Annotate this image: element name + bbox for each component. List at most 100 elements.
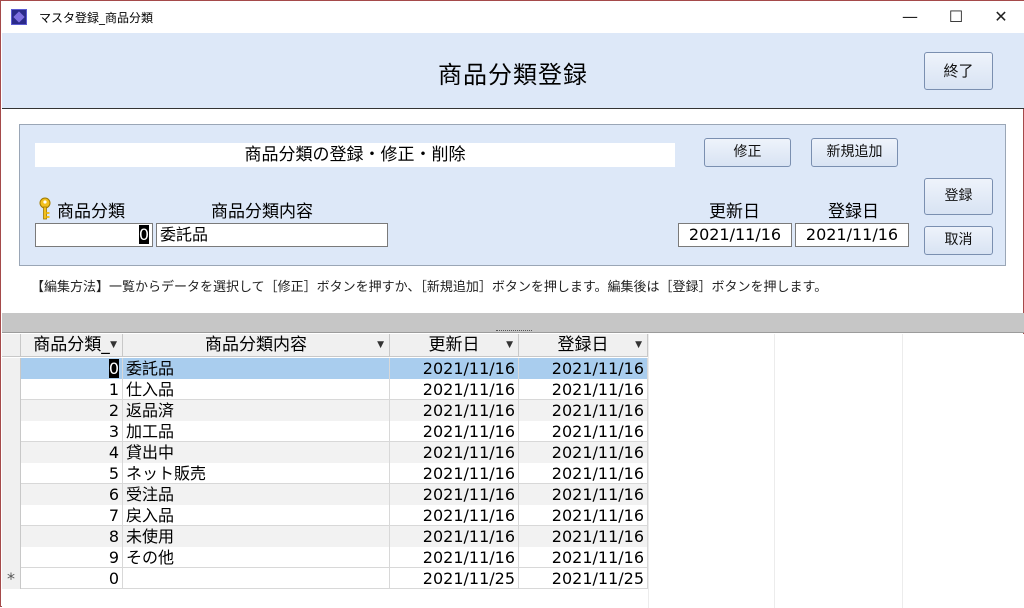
splitter-grip[interactable]	[496, 330, 532, 333]
modify-button[interactable]: 修正	[704, 138, 791, 167]
row-selector[interactable]	[2, 400, 21, 421]
row-selector[interactable]	[2, 421, 21, 442]
cell-content[interactable]: ネット販売	[123, 463, 390, 484]
edit-panel: 商品分類の登録・修正・削除 修正 新規追加 登録 取消 商品分類 商品分類内容 …	[19, 124, 1006, 266]
cell-code[interactable]: 4	[21, 442, 123, 463]
cell-code[interactable]: 5	[21, 463, 123, 484]
cell-code[interactable]: 3	[21, 421, 123, 442]
table-row[interactable]: 3 加工品 2021/11/16 2021/11/16	[2, 421, 648, 442]
row-selector[interactable]	[2, 379, 21, 400]
title-bar[interactable]: マスタ登録_商品分類 — ☐ ✕	[1, 1, 1024, 33]
cell-registered[interactable]: 2021/11/16	[519, 526, 648, 547]
form-splitter[interactable]	[2, 313, 1024, 333]
row-selector[interactable]	[2, 547, 21, 568]
cell-content[interactable]: 貸出中	[123, 442, 390, 463]
row-selector[interactable]	[2, 526, 21, 547]
column-header-registered[interactable]: 登録日 ▼	[519, 334, 648, 357]
row-selector[interactable]	[2, 442, 21, 463]
new-record-button[interactable]: 新規追加	[811, 138, 898, 167]
cell-registered[interactable]: 2021/11/16	[519, 463, 648, 484]
column-header-content[interactable]: 商品分類内容 ▼	[123, 334, 390, 357]
window-title: マスタ登録_商品分類	[39, 11, 154, 25]
cell-registered[interactable]: 2021/11/16	[519, 421, 648, 442]
cell-code[interactable]: 2	[21, 400, 123, 421]
cell-registered[interactable]: 2021/11/16	[519, 400, 648, 421]
content-field[interactable]: 委託品	[156, 223, 388, 247]
cell-content[interactable]: 未使用	[123, 526, 390, 547]
cell-updated[interactable]: 2021/11/16	[390, 400, 519, 421]
table-row[interactable]: 7 戻入品 2021/11/16 2021/11/16	[2, 505, 648, 526]
cell-content[interactable]: 委託品	[123, 358, 390, 379]
cell-updated[interactable]: 2021/11/16	[390, 463, 519, 484]
column-header-code[interactable]: 商品分類_ ▼	[21, 334, 123, 357]
cell-registered[interactable]: 2021/11/16	[519, 442, 648, 463]
dropdown-arrow-icon[interactable]: ▼	[377, 334, 384, 356]
dropdown-arrow-icon[interactable]: ▼	[635, 334, 642, 356]
cell-code[interactable]: 7	[21, 505, 123, 526]
table-row[interactable]: 4 貸出中 2021/11/16 2021/11/16	[2, 442, 648, 463]
cell-code[interactable]: 8	[21, 526, 123, 547]
select-all-corner[interactable]	[2, 334, 21, 357]
datasheet[interactable]: 商品分類_ ▼ 商品分類内容 ▼ 更新日 ▼ 登録日 ▼ 0 委託品 2021/11/1…	[2, 334, 1024, 608]
minimize-button[interactable]: —	[887, 1, 933, 33]
cancel-button[interactable]: 取消	[924, 226, 993, 255]
row-selector[interactable]	[2, 484, 21, 505]
registered-date-field[interactable]: 2021/11/16	[795, 223, 909, 247]
cell-updated[interactable]: 2021/11/16	[390, 442, 519, 463]
dropdown-arrow-icon[interactable]: ▼	[506, 334, 513, 356]
cell-updated[interactable]: 2021/11/16	[390, 526, 519, 547]
cell-content[interactable]: 受注品	[123, 484, 390, 505]
register-button[interactable]: 登録	[924, 178, 993, 215]
table-row[interactable]: 2 返品済 2021/11/16 2021/11/16	[2, 400, 648, 421]
cell-content[interactable]: 戻入品	[123, 505, 390, 526]
cell-registered[interactable]: 2021/11/16	[519, 379, 648, 400]
table-row[interactable]: 1 仕入品 2021/11/16 2021/11/16	[2, 379, 648, 400]
content-label: 商品分類内容	[211, 202, 313, 222]
row-selector[interactable]	[2, 463, 21, 484]
new-record-row[interactable]: * 0 2021/11/25 2021/11/25	[2, 568, 648, 589]
form-header: 商品分類登録 終了	[2, 33, 1024, 109]
dropdown-arrow-icon[interactable]: ▼	[110, 334, 117, 356]
row-selector[interactable]	[2, 358, 21, 379]
code-field[interactable]: 0	[35, 223, 153, 247]
cell-content[interactable]: 仕入品	[123, 379, 390, 400]
table-row[interactable]: 9 その他 2021/11/16 2021/11/16	[2, 547, 648, 568]
code-field-value: 0	[138, 225, 149, 244]
cell-content[interactable]: その他	[123, 547, 390, 568]
updated-date-field[interactable]: 2021/11/16	[678, 223, 792, 247]
cell-updated[interactable]: 2021/11/16	[390, 547, 519, 568]
cell-code[interactable]: 6	[21, 484, 123, 505]
row-selector[interactable]	[2, 505, 21, 526]
cell-updated[interactable]: 2021/11/25	[390, 568, 519, 589]
cell-updated[interactable]: 2021/11/16	[390, 358, 519, 379]
column-header-updated[interactable]: 更新日 ▼	[390, 334, 519, 357]
cell-registered[interactable]: 2021/11/25	[519, 568, 648, 589]
cell-registered[interactable]: 2021/11/16	[519, 484, 648, 505]
primary-key-icon	[39, 197, 51, 220]
table-row[interactable]: 0 委託品 2021/11/16 2021/11/16	[2, 358, 648, 379]
cell-content[interactable]	[123, 568, 390, 589]
new-record-marker[interactable]: *	[2, 568, 21, 589]
cell-code[interactable]: 9	[21, 547, 123, 568]
table-row[interactable]: 8 未使用 2021/11/16 2021/11/16	[2, 526, 648, 547]
cell-registered[interactable]: 2021/11/16	[519, 505, 648, 526]
cell-code[interactable]: 0	[21, 568, 123, 589]
cell-content[interactable]: 加工品	[123, 421, 390, 442]
cell-updated[interactable]: 2021/11/16	[390, 484, 519, 505]
registered-date-label: 登録日	[828, 202, 879, 222]
cell-registered[interactable]: 2021/11/16	[519, 358, 648, 379]
cell-registered[interactable]: 2021/11/16	[519, 547, 648, 568]
cell-updated[interactable]: 2021/11/16	[390, 505, 519, 526]
cell-code[interactable]: 0	[21, 358, 123, 379]
close-button[interactable]: ✕	[978, 1, 1024, 33]
table-row[interactable]: 6 受注品 2021/11/16 2021/11/16	[2, 484, 648, 505]
cell-updated[interactable]: 2021/11/16	[390, 421, 519, 442]
cell-code[interactable]: 1	[21, 379, 123, 400]
column-header-label: 商品分類内容	[205, 335, 307, 355]
cell-updated[interactable]: 2021/11/16	[390, 379, 519, 400]
access-app-icon	[11, 9, 27, 25]
exit-button[interactable]: 終了	[924, 52, 993, 90]
table-row[interactable]: 5 ネット販売 2021/11/16 2021/11/16	[2, 463, 648, 484]
cell-content[interactable]: 返品済	[123, 400, 390, 421]
maximize-button[interactable]: ☐	[933, 1, 979, 33]
